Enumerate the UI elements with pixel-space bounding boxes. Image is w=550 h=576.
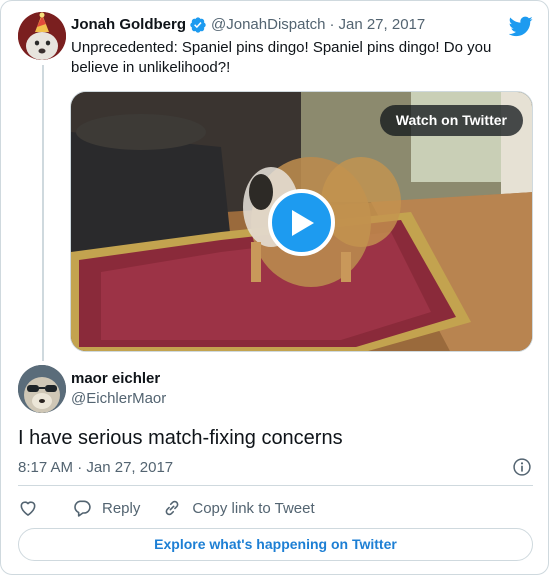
reply-date: Jan 27, 2017 (86, 459, 174, 476)
verified-badge-icon (190, 17, 206, 33)
reply-author-handle[interactable]: @EichlerMaor (71, 389, 166, 409)
info-icon[interactable] (512, 457, 532, 477)
actions-divider (18, 485, 533, 486)
parent-tweet-date[interactable]: Jan 27, 2017 (338, 15, 425, 35)
reply-tweet-text: I have serious match-fixing concerns (18, 427, 343, 449)
dog-with-party-hat-avatar-icon (18, 12, 66, 60)
dog-with-sunglasses-avatar-icon (18, 365, 66, 413)
parent-author-avatar[interactable] (18, 12, 66, 60)
reply-tweet-timestamp[interactable]: 8:17 AM · Jan 27, 2017 (18, 458, 173, 478)
reply-author-avatar[interactable] (18, 365, 66, 413)
play-icon (291, 209, 314, 236)
reply-time: 8:17 AM (18, 459, 74, 476)
header-separator: · (329, 16, 335, 33)
explore-twitter-button[interactable]: Explore what's happening on Twitter (18, 528, 533, 561)
meta-separator: · (77, 459, 83, 476)
copy-link-button[interactable]: Copy link to Tweet (162, 498, 315, 518)
parent-tweet-header: Jonah Goldberg @JonahDispatch · Jan 27, … (71, 15, 425, 35)
watch-on-twitter-button[interactable]: Watch on Twitter (379, 105, 523, 136)
parent-author-name[interactable]: Jonah Goldberg (71, 15, 186, 35)
parent-tweet-text: Unprecedented: Spaniel pins dingo! Spani… (71, 39, 492, 76)
twitter-bird-icon[interactable] (509, 14, 533, 38)
reply-author-name[interactable]: maor eichler (71, 369, 160, 389)
reply-button[interactable]: Reply (72, 498, 140, 518)
copy-link-label: Copy link to Tweet (192, 499, 315, 517)
like-button[interactable] (18, 498, 38, 518)
play-button[interactable] (268, 189, 335, 256)
heart-icon (20, 501, 36, 516)
embedded-tweet-card: Jonah Goldberg @JonahDispatch · Jan 27, … (0, 0, 549, 575)
reply-bubble-icon (74, 500, 91, 517)
link-icon (165, 500, 179, 516)
reply-label: Reply (102, 499, 141, 517)
parent-author-handle[interactable]: @JonahDispatch (211, 15, 325, 35)
tweet-actions-bar: Reply Copy link to Tweet (18, 497, 337, 519)
video-thumbnail[interactable]: Watch on Twitter (70, 91, 533, 352)
thread-connector-line (42, 65, 44, 361)
